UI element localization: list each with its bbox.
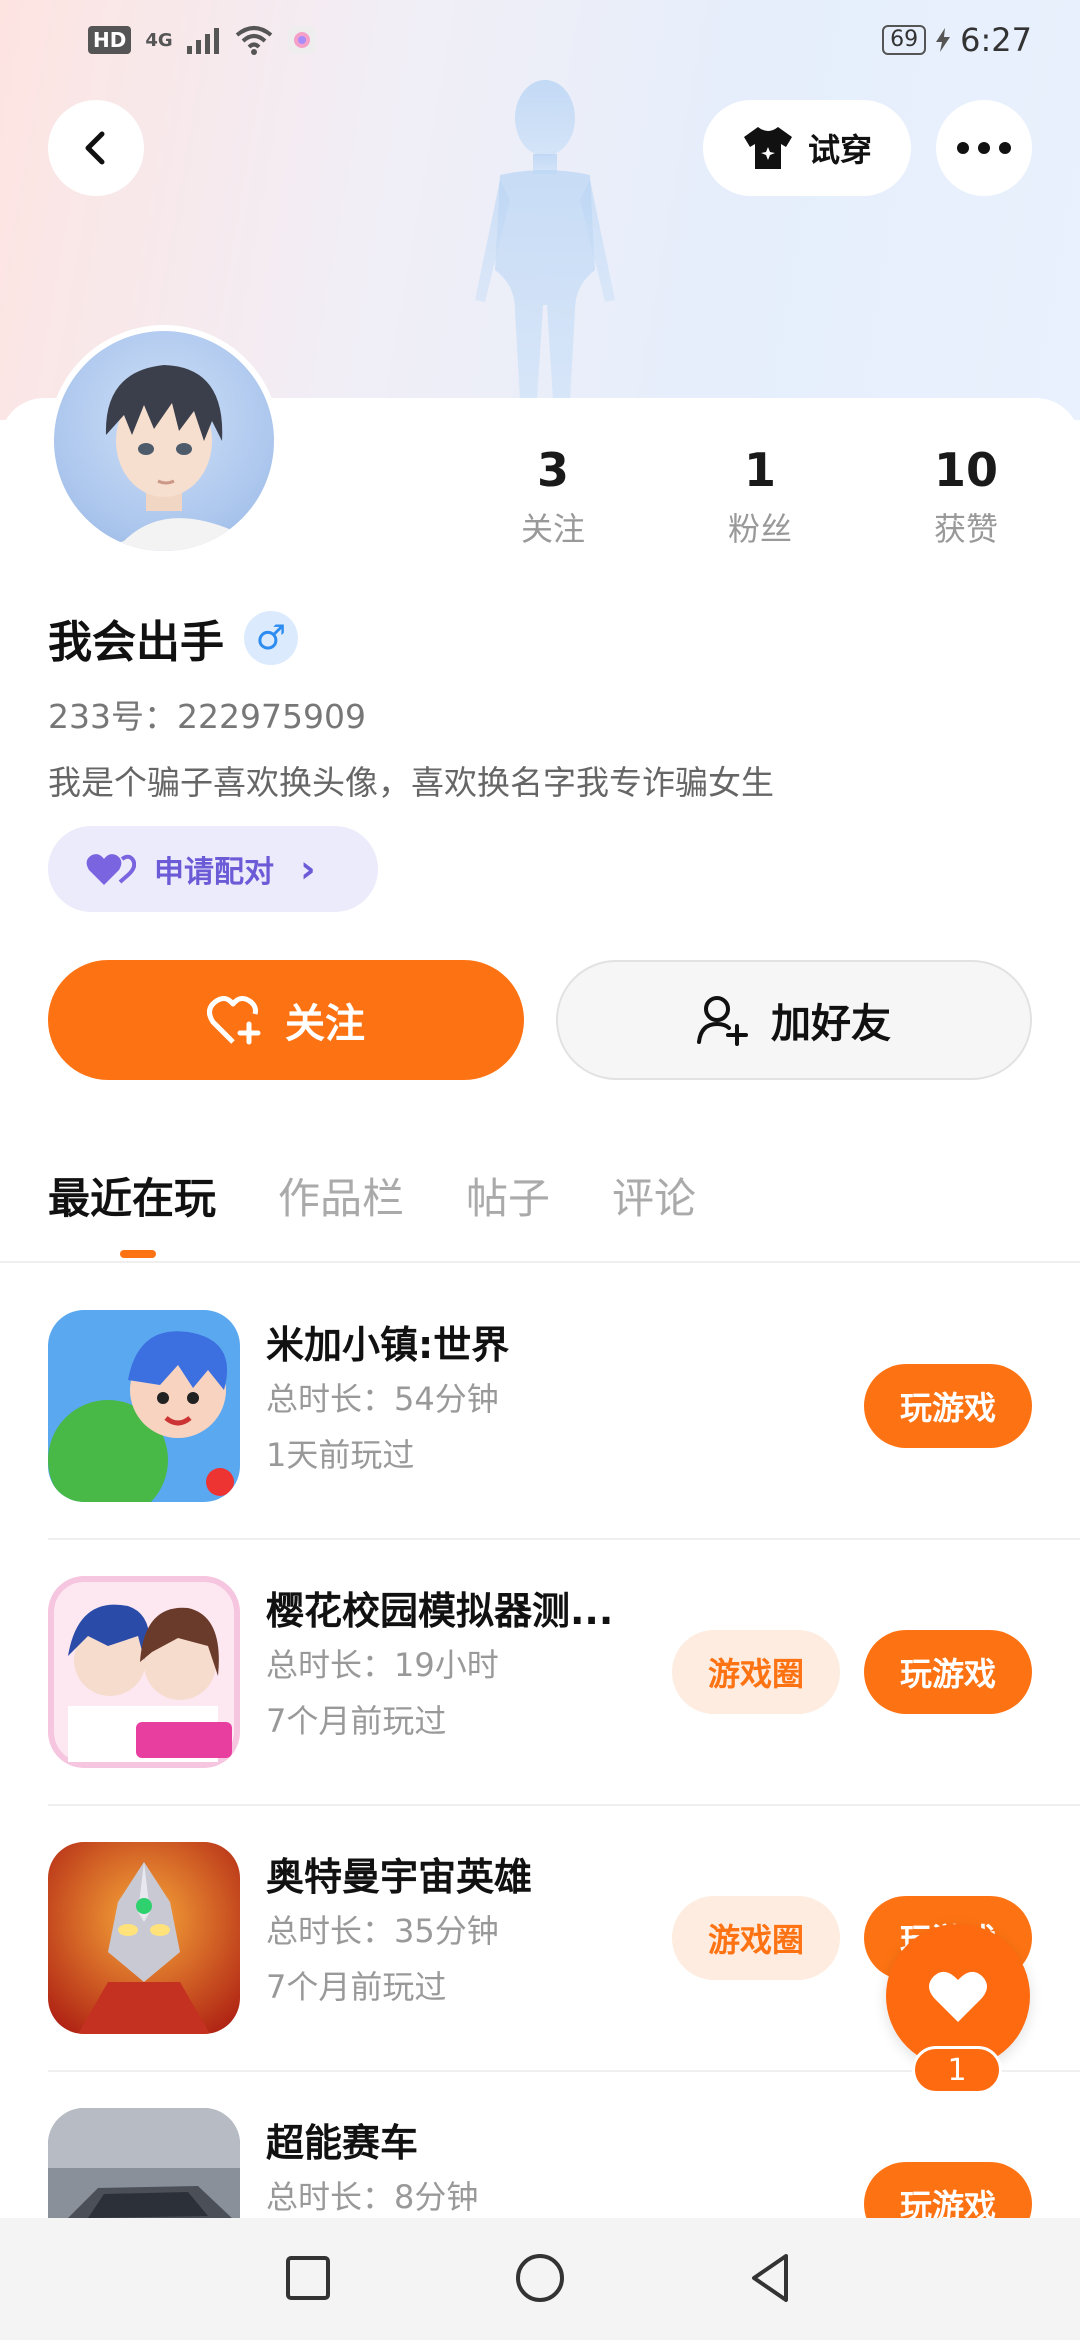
stat-following[interactable]: 3 关注	[473, 440, 633, 550]
game-circle-button[interactable]: 游戏圈	[672, 1630, 840, 1714]
stat-label: 粉丝	[727, 510, 792, 548]
stat-label: 关注	[520, 510, 585, 548]
clock: 6:27	[960, 21, 1032, 59]
heart-icon	[929, 1971, 987, 2022]
charging-icon	[936, 28, 951, 52]
game-last-played: 1天前玩过	[266, 1436, 415, 1474]
game-title: 超能赛车	[266, 2121, 419, 2165]
try-on-label: 试穿	[807, 131, 872, 169]
tab-posts[interactable]: 帖子	[466, 1165, 550, 1226]
stat-followers[interactable]: 1 粉丝	[680, 440, 840, 550]
game-duration: 总时长：19小时	[266, 1646, 499, 1684]
add-user-icon	[697, 996, 748, 1046]
stat-label: 获赞	[933, 510, 998, 548]
play-game-button[interactable]: 玩游戏	[864, 1630, 1032, 1714]
game-icon-sakura-school	[48, 1576, 240, 1768]
tab-recently-played[interactable]: 最近在玩	[48, 1165, 216, 1226]
game-circle-button[interactable]: 游戏圈	[672, 1896, 840, 1980]
add-friend-button[interactable]: 加好友	[556, 960, 1032, 1080]
back-nav-icon[interactable]	[742, 2248, 802, 2308]
avatar-portrait	[94, 365, 254, 551]
active-tab-indicator	[120, 1250, 156, 1258]
more-dots-icon	[957, 142, 1011, 154]
game-icon-super-racing	[48, 2108, 240, 2218]
hd-indicator: HD	[88, 26, 132, 54]
tab-works[interactable]: 作品栏	[278, 1165, 404, 1226]
network-indicator: 4G	[145, 29, 173, 51]
stat-value: 3	[536, 443, 569, 497]
name-row: 我会出手 ♂	[48, 606, 298, 670]
chevron-left-icon	[85, 131, 105, 165]
game-last-played: 7个月前玩过	[266, 1702, 447, 1740]
list-item[interactable]: 米加小镇:世界 总时长：54分钟 1天前玩过 玩游戏	[0, 1262, 1080, 1528]
username: 我会出手	[48, 617, 224, 668]
like-count-badge: 1	[912, 2046, 1002, 2094]
recent-apps-icon[interactable]	[278, 2248, 338, 2308]
avatar-hologram-figure	[475, 80, 615, 400]
apply-pair-button[interactable]: 申请配对 ›	[48, 826, 378, 912]
stat-value: 1	[743, 443, 776, 497]
tshirt-icon	[743, 127, 792, 169]
back-button[interactable]	[48, 100, 144, 196]
try-on-button[interactable]: 试穿	[703, 100, 911, 196]
user-id: 233号：222975909	[48, 697, 366, 736]
male-gender-icon: ♂	[244, 611, 298, 665]
status-bar: HD 4G 69 6:27	[0, 0, 1080, 80]
battery-indicator: 69	[882, 25, 927, 55]
system-navigation-bar	[0, 2218, 1080, 2340]
game-icon-ultraman	[48, 1842, 240, 2034]
game-title: 樱花校园模拟器测...	[266, 1589, 614, 1633]
list-item[interactable]: 樱花校园模拟器测... 总时长：19小时 7个月前玩过 游戏圈 玩游戏	[0, 1528, 1080, 1794]
follow-label: 关注	[285, 1001, 365, 1047]
game-icon-miga-town	[48, 1310, 240, 1502]
more-button[interactable]	[936, 100, 1032, 196]
user-bio: 我是个骗子喜欢换头像，喜欢换名字我专诈骗女生	[48, 763, 774, 802]
tab-comments[interactable]: 评论	[612, 1165, 696, 1226]
chevron-right-icon: ›	[300, 847, 316, 891]
game-title: 奥特曼宇宙英雄	[266, 1855, 533, 1899]
game-duration: 总时长：54分钟	[266, 1380, 499, 1418]
avatar[interactable]	[48, 325, 280, 557]
app-notification-icon	[287, 26, 316, 54]
home-icon[interactable]	[510, 2248, 570, 2308]
game-last-played: 7个月前玩过	[266, 1968, 447, 2006]
add-friend-label: 加好友	[771, 1001, 891, 1047]
signal-icon	[186, 28, 219, 54]
stat-likes[interactable]: 10 获赞	[886, 440, 1046, 550]
wifi-icon	[235, 26, 272, 55]
profile-tabs: 最近在玩 作品栏 帖子 评论	[48, 1165, 696, 1226]
double-heart-icon	[86, 854, 136, 885]
game-duration: 总时长：8分钟	[266, 2178, 479, 2216]
game-duration: 总时长：35分钟	[266, 1912, 499, 1950]
apply-pair-label: 申请配对	[154, 855, 274, 890]
stat-value: 10	[933, 443, 998, 497]
play-game-button[interactable]: 玩游戏	[864, 2162, 1032, 2218]
heart-plus-icon	[207, 996, 261, 1045]
game-title: 米加小镇:世界	[266, 1323, 510, 1367]
play-game-button[interactable]: 玩游戏	[864, 1364, 1032, 1448]
follow-button[interactable]: 关注	[48, 960, 524, 1080]
